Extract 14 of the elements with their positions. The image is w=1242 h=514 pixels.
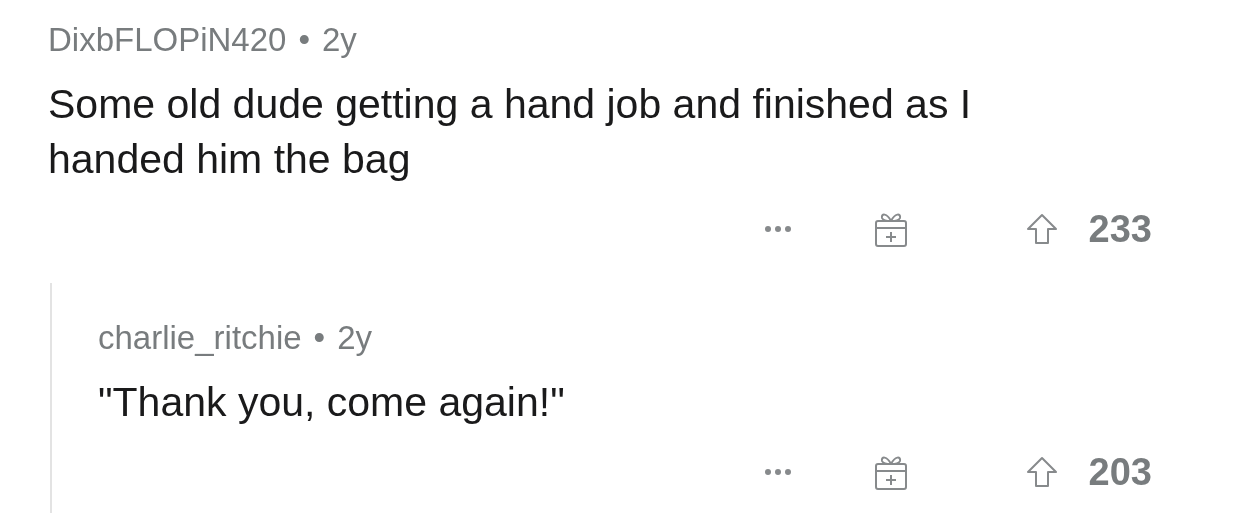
username[interactable]: DixbFLOPiN420	[48, 21, 287, 59]
more-options-icon[interactable]	[763, 468, 792, 476]
username[interactable]: charlie_ritchie	[98, 319, 302, 357]
vote-count: 233	[1088, 207, 1152, 251]
upvote-icon[interactable]	[1024, 212, 1059, 246]
more-options-icon[interactable]	[763, 225, 792, 233]
vote-count: 203	[1088, 450, 1152, 494]
comment-age: 2y	[337, 319, 372, 357]
comment-text: "Thank you, come again!"	[98, 378, 566, 427]
separator-dot: •	[298, 21, 310, 59]
upvote-icon[interactable]	[1024, 455, 1059, 489]
comment-text: Some old dude getting a hand job and finished as I handed him the bag	[48, 80, 973, 184]
separator-dot: •	[313, 319, 326, 357]
comment-age: 2y	[322, 21, 357, 59]
